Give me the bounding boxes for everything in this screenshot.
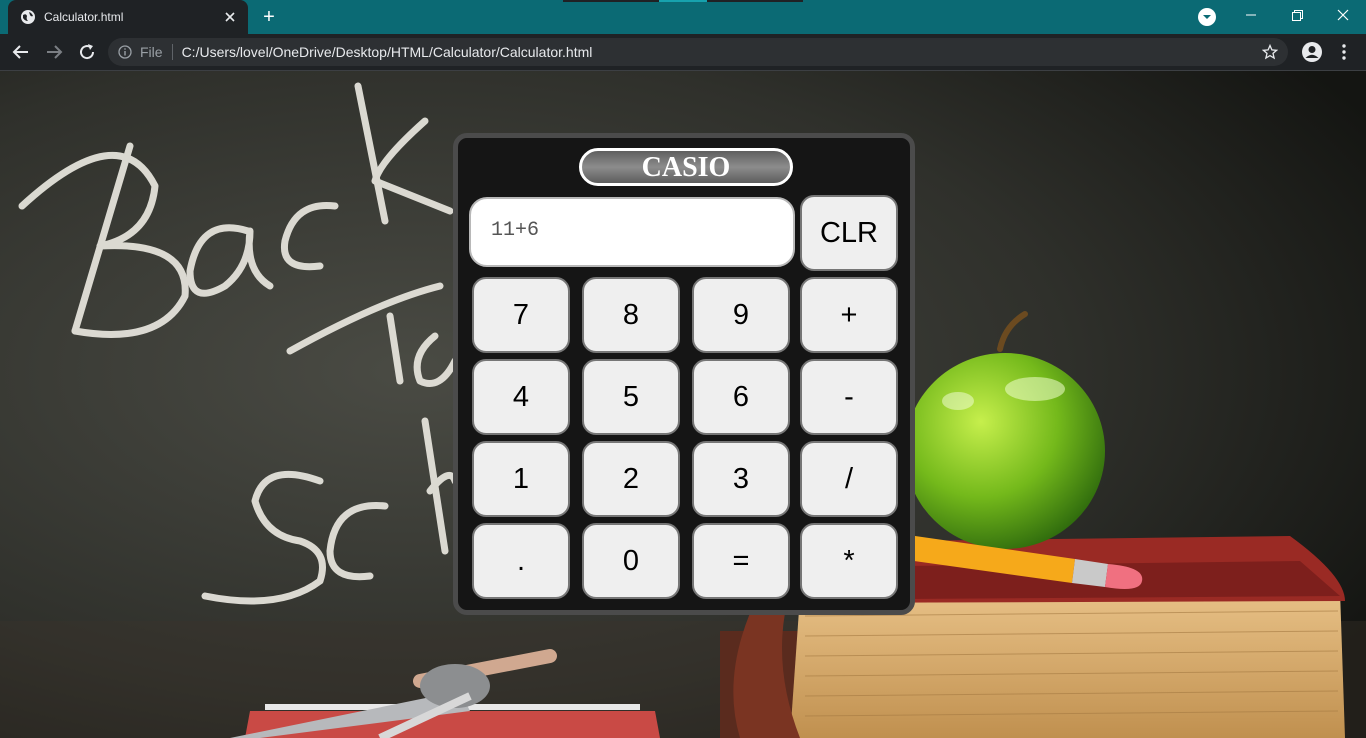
page-viewport: CASIO 11+6 CLR 7 8 9 + 4 5 6 - 1 2 3 / .…: [0, 71, 1366, 738]
key-6[interactable]: 6: [692, 359, 790, 435]
tab-strip-marker-dark-right: [707, 0, 803, 2]
calculator: CASIO 11+6 CLR 7 8 9 + 4 5 6 - 1 2 3 / .…: [453, 133, 915, 615]
minimize-icon[interactable]: [1228, 0, 1274, 30]
tab-title: Calculator.html: [44, 10, 124, 24]
reload-icon[interactable]: [75, 40, 99, 64]
forward-arrow-icon[interactable]: [42, 40, 66, 64]
back-arrow-icon[interactable]: [9, 40, 33, 64]
key-5[interactable]: 5: [582, 359, 680, 435]
bookmark-star-icon[interactable]: [1260, 42, 1280, 62]
file-scheme-label: File: [140, 44, 163, 60]
browser-tab-active[interactable]: Calculator.html: [8, 0, 248, 34]
key-minus[interactable]: -: [800, 359, 898, 435]
key-2[interactable]: 2: [582, 441, 680, 517]
address-separator: [171, 44, 173, 60]
window-close-icon[interactable]: [1320, 0, 1366, 30]
address-bar[interactable]: File C:/Users/lovel/OneDrive/Desktop/HTM…: [108, 38, 1288, 66]
close-icon[interactable]: [222, 9, 238, 25]
key-4[interactable]: 4: [472, 359, 570, 435]
key-divide[interactable]: /: [800, 441, 898, 517]
browser-toolbar: File C:/Users/lovel/OneDrive/Desktop/HTM…: [0, 34, 1366, 71]
info-icon[interactable]: [118, 45, 132, 59]
calculator-display[interactable]: 11+6: [469, 197, 795, 267]
brand-label: CASIO: [579, 148, 793, 186]
clear-button[interactable]: CLR: [800, 195, 898, 271]
profile-avatar-icon[interactable]: [1301, 41, 1323, 63]
globe-icon: [20, 9, 36, 25]
key-plus[interactable]: +: [800, 277, 898, 353]
more-menu-icon[interactable]: [1334, 41, 1354, 63]
tab-strip-marker-accent: [659, 0, 707, 2]
tab-strip-marker-dark-left: [563, 0, 659, 2]
tab-search-icon[interactable]: [1198, 8, 1216, 26]
key-equals[interactable]: =: [692, 523, 790, 599]
key-decimal[interactable]: .: [472, 523, 570, 599]
key-7[interactable]: 7: [472, 277, 570, 353]
key-3[interactable]: 3: [692, 441, 790, 517]
new-tab-button[interactable]: +: [256, 5, 282, 29]
key-0[interactable]: 0: [582, 523, 680, 599]
restore-icon[interactable]: [1274, 0, 1320, 30]
key-1[interactable]: 1: [472, 441, 570, 517]
key-9[interactable]: 9: [692, 277, 790, 353]
key-multiply[interactable]: *: [800, 523, 898, 599]
browser-tab-strip: Calculator.html +: [0, 0, 1366, 34]
url-text[interactable]: C:/Users/lovel/OneDrive/Desktop/HTML/Cal…: [182, 44, 1260, 60]
key-8[interactable]: 8: [582, 277, 680, 353]
